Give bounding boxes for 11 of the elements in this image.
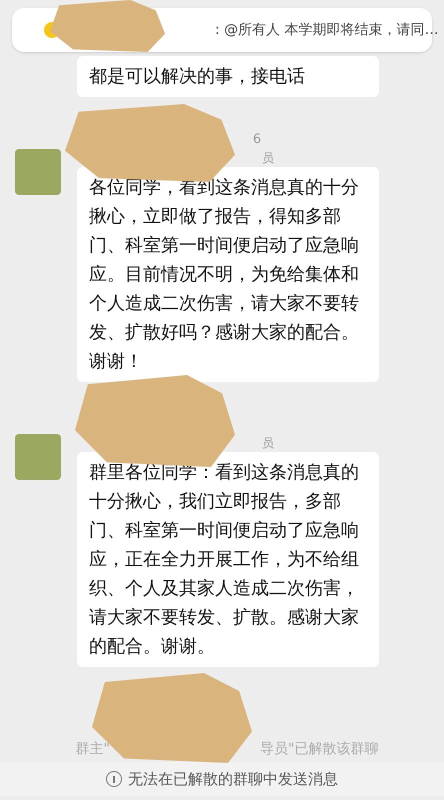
warning-icon bbox=[106, 771, 122, 787]
system-notice-text: 导员"已解散该群聊 bbox=[260, 740, 378, 759]
avatar-photo-placeholder bbox=[15, 434, 61, 480]
banner-text: : @所有人 本学期即将结束，请同… bbox=[215, 20, 439, 40]
message-bubble: 都是可以解决的事，接电话 bbox=[77, 56, 379, 97]
sender-name: 员 bbox=[261, 150, 275, 167]
system-notice-text: 群主" bbox=[76, 740, 110, 759]
timestamp: 6 bbox=[252, 130, 262, 148]
footer-notice: 无法在已解散的群聊中发送消息 bbox=[128, 768, 338, 790]
sender-name: 员 bbox=[261, 435, 275, 452]
avatar-photo-placeholder bbox=[15, 149, 61, 195]
